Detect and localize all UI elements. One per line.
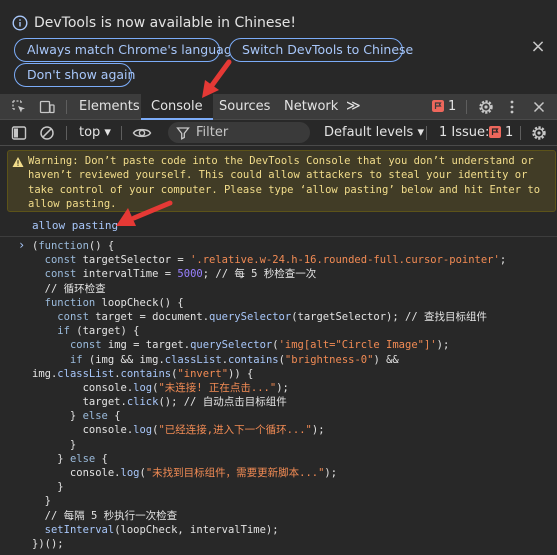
code-line: target.click(); // 自动点击目标组件 [32,396,287,409]
clear-console-icon[interactable] [38,124,56,142]
sidebar-toggle-icon[interactable] [10,124,28,142]
toolbar-divider [121,126,122,140]
issues-count[interactable]: 1 [505,120,513,146]
code-line: const targetSelector = '.relative.w-24.h… [44,254,507,267]
toolbar-divider [66,100,67,114]
code-line: } [32,438,77,451]
inspect-element-icon[interactable] [10,98,28,116]
warning-icon [12,157,24,167]
code-line: if (img && img.classList.contains("brigh… [69,353,399,366]
code-line: img.classList.contains("invert")) { [32,367,254,380]
issue-flag-icon[interactable] [489,126,501,138]
filter-placeholder: Filter [196,125,229,140]
code-line: (function() { [32,240,115,252]
code-line: console.log("未连接! 正在点击..."); [32,381,289,394]
console-divider [0,236,557,237]
console-toolbar: top ▾ Filter Default levels ▾ 1 Issue: 1 [0,120,557,146]
code-line: // 每隔 5 秒执行一次检查 [44,509,178,522]
issues-label[interactable]: 1 Issue: [439,120,489,146]
device-toolbar-icon[interactable] [38,98,56,116]
code-line: } [32,481,64,494]
notice-title: DevTools is now available in Chinese! [34,15,296,31]
red-arrow-icon [116,200,173,226]
toolbar-divider [466,100,467,114]
context-selector[interactable]: top ▾ [79,120,111,146]
tab-network[interactable]: Network [284,94,338,120]
close-devtools-icon[interactable] [530,98,548,116]
code-line: function loopCheck() { [44,296,184,309]
code-line: } [32,495,51,508]
more-tabs-button[interactable]: ≫ [346,94,361,120]
kebab-menu-icon[interactable] [503,98,521,116]
devtools-tab-bar: Elements Console Sources Network ≫ 1 [0,94,557,120]
toolbar-divider [66,126,67,140]
console-settings-gear-icon[interactable] [530,124,548,142]
log-levels-dropdown[interactable]: Default levels ▾ [324,120,424,146]
switch-to-chinese-button[interactable]: Switch DevTools to Chinese [229,38,413,62]
info-icon [12,15,28,31]
code-line: console.log("已经连接,进入下一个循环..."); [32,424,325,437]
issue-count[interactable]: 1 [448,94,456,120]
console-prompt: › [18,238,26,252]
always-match-language-button[interactable]: Always match Chrome's language [14,38,239,62]
tab-elements[interactable]: Elements [79,94,140,120]
code-line: console.log("未找到目标组件，需要更新脚本..."); [32,467,338,479]
toolbar-divider [520,126,521,140]
issue-flag-icon[interactable] [432,100,444,112]
console-input[interactable]: (function() { const targetSelector = '.r… [32,239,506,551]
close-icon[interactable]: × [529,38,547,56]
code-line: // 循环检查 [44,282,106,295]
paste-warning-message: Warning: Don’t paste code into the DevTo… [7,150,556,212]
code-line: const img = target.querySelector('img[al… [69,339,450,352]
code-line: })(); [32,537,64,550]
code-line: } else { [32,410,121,423]
code-line: const intervalTime = 5000; // 每 5 秒检查一次 [44,268,317,281]
code-line: if (target) { [57,325,140,338]
code-line: } else { [32,452,108,465]
red-arrow-icon [202,59,232,98]
typed-command: allow pasting [32,219,119,232]
filter-icon [176,127,190,140]
code-line: const target = document.querySelector(ta… [57,310,487,323]
gear-icon[interactable] [477,98,495,116]
toolbar-divider [426,126,427,140]
eye-icon[interactable] [132,124,152,142]
code-line: setInterval(loopCheck, intervalTime); [44,523,279,536]
language-notice-bar: DevTools is now available in Chinese! × … [0,0,557,94]
warning-text: Warning: Don’t paste code into the DevTo… [28,155,541,211]
dont-show-again-button[interactable]: Don't show again [14,63,135,87]
